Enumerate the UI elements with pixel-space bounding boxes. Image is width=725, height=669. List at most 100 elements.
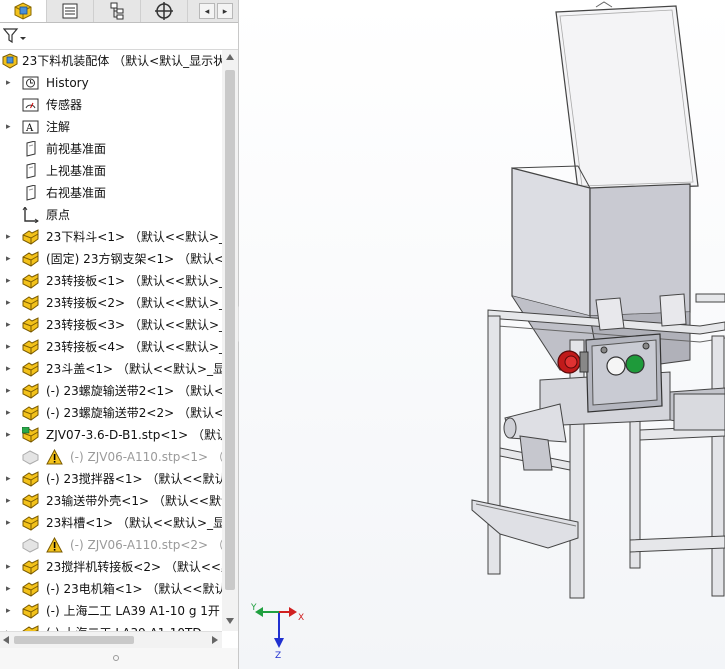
tree-item[interactable]: 上视基准面	[0, 160, 222, 182]
expand-arrow-icon[interactable]: ▸	[6, 429, 14, 441]
expand-arrow-icon[interactable]: ▸	[6, 473, 14, 485]
tree-vertical-scrollbar[interactable]	[222, 50, 238, 631]
x-axis-arrow-icon	[289, 607, 297, 617]
scroll-thumb[interactable]	[225, 70, 235, 590]
frame-leg	[711, 335, 725, 597]
tree-item-label: (-) 23螺旋输送带2<1> （默认<<	[46, 384, 222, 398]
tree-item[interactable]: 右视基准面	[0, 182, 222, 204]
tab-dimxpert-manager[interactable]	[141, 0, 188, 22]
warning-icon	[46, 449, 63, 465]
part-icon	[22, 581, 39, 597]
tree-item[interactable]: (-) ZJV06-A110.stp<2> （默	[0, 534, 222, 556]
tree-item-label: 前视基准面	[46, 142, 107, 156]
origin-icon	[22, 207, 39, 223]
tree-item[interactable]: ▸ ZJV07-3.6-D-B1.stp<1> （默认<	[0, 424, 222, 446]
panel-bottom-strip	[0, 648, 238, 669]
graphics-viewport[interactable]: Y X Z	[239, 0, 725, 669]
warning-icon	[46, 537, 63, 553]
machine-model	[471, 1, 725, 599]
tree-item-label: (-) 23电机箱<1> （默认<<默认>	[46, 582, 222, 596]
expand-arrow-icon[interactable]: ▸	[6, 253, 14, 265]
tree-item[interactable]: ▸ 23转接板<2> （默认<<默认>_显	[0, 292, 222, 314]
tree-item[interactable]: ▸ (-) 23搅拌器<1> （默认<<默认>	[0, 468, 222, 490]
tree-item[interactable]: 原点	[0, 204, 222, 226]
tab-scroll-left-button[interactable]: ◂	[199, 3, 215, 19]
tree-item[interactable]: ▸ (-) 23螺旋输送带2<1> （默认<<	[0, 380, 222, 402]
tree-item[interactable]: ▸ (-) 23螺旋输送带2<2> （默认<<	[0, 402, 222, 424]
expand-arrow-icon[interactable]: ▸	[6, 77, 14, 89]
sensor-icon	[22, 98, 39, 112]
tree-item[interactable]: ▸ 23搅拌机转接板<2> （默认<<默	[0, 556, 222, 578]
tree-item-label: 右视基准面	[46, 186, 107, 200]
tree-item[interactable]: ▸ (固定) 23方钢支架<1> （默认<<按	[0, 248, 222, 270]
tree-item[interactable]: ▸ 23转接板<4> （默认<<默认>_显	[0, 336, 222, 358]
tree-item-label: 23搅拌机转接板<2> （默认<<默	[46, 560, 222, 574]
expand-arrow-icon[interactable]: ▸	[6, 605, 14, 617]
horizontal-scroll-thumb[interactable]	[14, 636, 134, 644]
tab-feature-manager[interactable]	[0, 0, 47, 22]
part-icon	[22, 493, 39, 509]
expand-arrow-icon[interactable]: ▸	[6, 561, 14, 573]
z-axis-arrow-icon	[274, 638, 284, 648]
tree-item[interactable]: ▸ 23料槽<1> （默认<<默认>_显示	[0, 512, 222, 534]
scroll-down-icon[interactable]	[226, 618, 234, 624]
tree-root[interactable]: 23下料机装配体 （默认<默认_显示状	[0, 50, 222, 72]
tree-item-label: 23转接板<1> （默认<<默认>_显	[46, 274, 222, 288]
tree-item[interactable]: ▸ (-) 上海二工 LA39 A1-10 g 1开	[0, 600, 222, 622]
expand-arrow-icon[interactable]: ▸	[6, 495, 14, 507]
expand-arrow-icon[interactable]: ▸	[6, 341, 14, 353]
part-icon	[22, 559, 39, 575]
tree-item[interactable]: ▸ (-) 23电机箱<1> （默认<<默认>	[0, 578, 222, 600]
part-icon	[22, 273, 39, 289]
tree-item-label: 23斗盖<1> （默认<<默认>_显示	[46, 362, 222, 376]
filter-icon[interactable]	[3, 28, 27, 44]
feature-manager-panel: ◂ ▸ 23下料机装配体 （默认<默认_显示状 ▸ History 传感器 ▸ A 注解前…	[0, 0, 239, 669]
part-icon	[22, 405, 39, 421]
expand-arrow-icon[interactable]: ▸	[6, 385, 14, 397]
tree-item-label: (-) 23搅拌器<1> （默认<<默认>	[46, 472, 222, 486]
hopper-lid	[555, 5, 699, 191]
scroll-left-icon[interactable]	[3, 636, 9, 644]
part-icon	[22, 295, 39, 311]
plane-icon	[26, 141, 36, 157]
tree-item[interactable]: ▸ 23下料斗<1> （默认<<默认>_显	[0, 226, 222, 248]
tree-item[interactable]: (-) ZJV06-A110.stp<1> （默	[0, 446, 222, 468]
crosshair-icon	[155, 2, 173, 20]
tree-item-label: (-) ZJV06-A110.stp<2> （默	[70, 538, 222, 552]
annotation-icon: A	[22, 120, 39, 134]
scroll-right-icon[interactable]	[212, 636, 218, 644]
tree-item[interactable]: ▸ 23斗盖<1> （默认<<默认>_显示	[0, 358, 222, 380]
tree-item[interactable]: ▸ 23转接板<1> （默认<<默认>_显	[0, 270, 222, 292]
tree-horizontal-scrollbar[interactable]	[0, 631, 222, 648]
tab-property-manager[interactable]	[47, 0, 94, 22]
tree-item[interactable]: ▸ 23输送带外壳<1> （默认<<默认	[0, 490, 222, 512]
triad-z-label: Z	[275, 651, 281, 660]
expand-arrow-icon[interactable]: ▸	[6, 517, 14, 529]
expand-arrow-icon[interactable]: ▸	[6, 231, 14, 243]
expand-arrow-icon[interactable]: ▸	[6, 407, 14, 419]
expand-arrow-icon[interactable]: ▸	[6, 583, 14, 595]
tree-item[interactable]: ▸ 23转接板<3> （默认<<默认>_显	[0, 314, 222, 336]
expand-arrow-icon[interactable]: ▸	[6, 275, 14, 287]
tree-item-label: 23转接板<3> （默认<<默认>_显	[46, 318, 222, 332]
panel-tab-bar: ◂ ▸	[0, 0, 238, 23]
tree-item[interactable]: ▸(-) 上海二工 LA39 A1-10TD	[0, 622, 222, 631]
tree-item[interactable]: 传感器	[0, 94, 222, 116]
part-icon	[22, 229, 39, 245]
tab-configuration-manager[interactable]	[94, 0, 141, 22]
tree-item[interactable]: 前视基准面	[0, 138, 222, 160]
expand-arrow-icon[interactable]: ▸	[6, 297, 14, 309]
expand-arrow-icon[interactable]: ▸	[6, 363, 14, 375]
tree-item[interactable]: ▸ A 注解	[0, 116, 222, 138]
expand-arrow-icon[interactable]: ▸	[6, 319, 14, 331]
tree-item[interactable]: ▸ History	[0, 72, 222, 94]
tree-item-label: 23下料斗<1> （默认<<默认>_显	[46, 230, 222, 244]
panel-resize-grip[interactable]	[113, 655, 119, 661]
tab-scroll-right-button[interactable]: ▸	[217, 3, 233, 19]
scroll-up-icon[interactable]	[226, 54, 234, 60]
expand-arrow-icon[interactable]: ▸	[6, 121, 14, 133]
hopper-body	[511, 167, 591, 317]
tree-root-label: 23下料机装配体 （默认<默认_显示状	[22, 54, 222, 68]
tree-item-label: 传感器	[46, 98, 83, 112]
tree-item-label: 上视基准面	[46, 164, 107, 178]
